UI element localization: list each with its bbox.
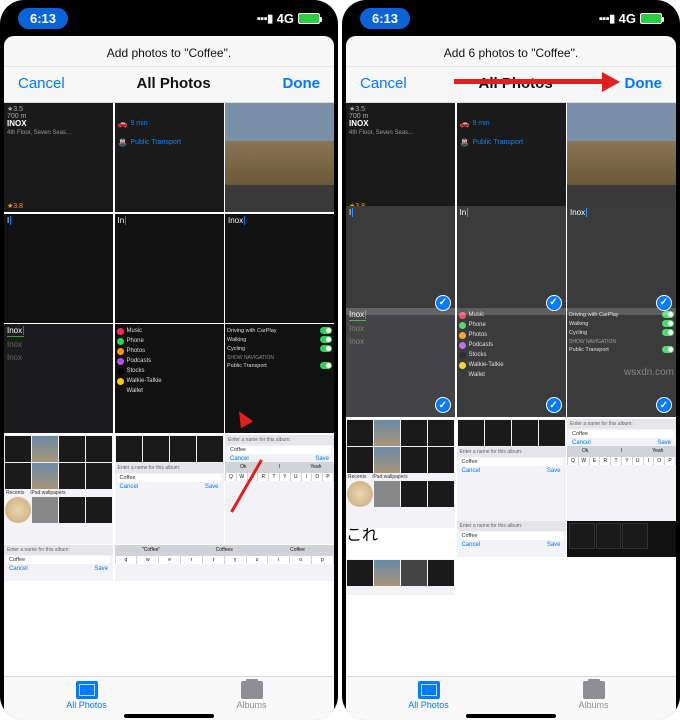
photos-icon — [418, 681, 440, 699]
toggle-icon — [662, 329, 674, 336]
sheet-header: Cancel All Photos Done — [4, 67, 334, 103]
tab-albums[interactable]: Albums — [511, 681, 676, 710]
check-icon — [546, 295, 562, 311]
clock-time: 6:13 — [18, 8, 68, 29]
public-transport: Public Transport — [115, 136, 224, 149]
photo-cell[interactable]: Enter a name for this album: Coffee Canc… — [225, 435, 334, 544]
photo-cell[interactable]: ★3.5700 m INOX 4th Floor, Seven Seas... … — [4, 103, 113, 212]
photo-cell-selected[interactable]: Music Phone Photos Podcasts Stocks Walki… — [457, 308, 566, 417]
photo-cell[interactable] — [346, 559, 455, 595]
photo-picker-sheet: Add photos to "Coffee". Cancel All Photo… — [4, 36, 334, 720]
cancel-button[interactable]: Cancel — [360, 75, 407, 92]
check-icon — [656, 397, 672, 413]
venue-address: 4th Floor, Seven Seas... — [349, 130, 453, 136]
photo-cell[interactable]: ★3.5700 m INOX 4th Floor, Seven Seas... … — [346, 103, 455, 212]
photo-cell-selected[interactable]: Inox — [567, 206, 676, 315]
photo-cell[interactable]: 9 min Public Transport — [457, 103, 566, 212]
photos-icon — [76, 681, 98, 699]
photo-cell[interactable]: Inox — [225, 214, 334, 323]
photo-cell[interactable] — [567, 521, 676, 557]
toggle-icon — [320, 345, 332, 352]
photo-cell[interactable]: Enter a name for this album: Coffee Canc… — [457, 521, 566, 557]
tab-albums[interactable]: Albums — [169, 681, 334, 710]
status-bar: 6:13 ▪▪▪▮ 4G — [342, 0, 680, 36]
rating-label: ★3.5700 m — [7, 105, 26, 120]
toggle-icon — [320, 362, 332, 369]
photo-cell[interactable]: Enter a name for this album: Coffee Canc… — [457, 419, 566, 528]
photo-grid[interactable]: ★3.5700 m INOX 4th Floor, Seven Seas... … — [346, 103, 676, 676]
photo-cell[interactable]: Inox Inox Inox — [4, 324, 113, 433]
check-icon — [435, 397, 451, 413]
rating-label: ★3.5700 m — [349, 105, 368, 120]
clock-time: 6:13 — [360, 8, 410, 29]
photo-cell[interactable]: Enter a name for this album: Coffee Canc… — [115, 435, 224, 544]
cancel-button[interactable]: Cancel — [18, 75, 65, 92]
home-indicator[interactable] — [124, 714, 214, 718]
photo-cell-selected[interactable]: I — [346, 206, 455, 315]
keyboard-row-lower: qwertyuiop — [115, 555, 335, 564]
battery-icon — [298, 13, 320, 24]
photo-cell[interactable]: Enter a name for this album: Coffee Canc… — [567, 419, 676, 528]
photo-cell-selected[interactable]: In — [457, 206, 566, 315]
venue-name: INOX — [349, 119, 369, 128]
done-button[interactable]: Done — [625, 75, 663, 92]
network-label: 4G — [619, 11, 636, 26]
toggle-icon — [320, 336, 332, 343]
check-icon — [656, 295, 672, 311]
photo-picker-sheet: Add 6 photos to "Coffee". Cancel All Pho… — [346, 36, 676, 720]
photo-cell[interactable] — [567, 103, 676, 212]
photo-cell[interactable]: Music Phone Photos Podcasts Stocks Walki… — [115, 324, 224, 433]
photo-cell[interactable] — [225, 103, 334, 212]
annotation-arrowhead-icon — [602, 72, 620, 92]
tab-all-photos[interactable]: All Photos — [346, 681, 511, 710]
albums-icon — [583, 681, 605, 699]
photo-cell[interactable]: Enter a name for this album: Coffee Canc… — [4, 545, 113, 581]
photo-cell[interactable]: "Coffee"CoffeesCoffee qwertyuiop — [115, 545, 335, 581]
toggle-icon — [662, 311, 674, 318]
left-screenshot: 6:13 ▪▪▪▮ 4G Add photos to "Coffee". Can… — [0, 0, 338, 720]
venue-name: INOX — [7, 119, 27, 128]
keyboard-row: QWERTYUIOP — [567, 456, 676, 465]
signal-icon: ▪▪▪▮ — [599, 12, 615, 25]
annotation-arrow-icon — [454, 79, 604, 84]
photo-cell[interactable]: I — [4, 214, 113, 323]
battery-icon — [640, 13, 662, 24]
sheet-subtitle: Add 6 photos to "Coffee". — [346, 36, 676, 67]
toggle-icon — [662, 320, 674, 327]
signal-icon: ▪▪▪▮ — [257, 12, 273, 25]
photo-grid[interactable]: ★3.5700 m INOX 4th Floor, Seven Seas... … — [4, 103, 334, 676]
network-label: 4G — [277, 11, 294, 26]
photo-cell-selected[interactable]: Inox Inox Inox — [346, 308, 455, 417]
sheet-subtitle: Add photos to "Coffee". — [4, 36, 334, 67]
status-bar: 6:13 ▪▪▪▮ 4G — [0, 0, 338, 36]
photo-cell[interactable]: RecentsiPad wallpapers — [4, 435, 113, 544]
albums-icon — [241, 681, 263, 699]
home-indicator[interactable] — [466, 714, 556, 718]
toggle-icon — [320, 327, 332, 334]
check-icon — [546, 397, 562, 413]
venue-address: 4th Floor, Seven Seas... — [7, 130, 111, 136]
picker-title[interactable]: All Photos — [137, 75, 211, 92]
photo-cell[interactable]: 9 min Public Transport — [115, 103, 224, 212]
check-icon — [435, 295, 451, 311]
keyboard-row: QWERTYUIOP — [225, 472, 334, 481]
drive-time: 9 min — [115, 117, 224, 130]
tab-all-photos[interactable]: All Photos — [4, 681, 169, 710]
right-screenshot: 6:13 ▪▪▪▮ 4G Add 6 photos to "Coffee". C… — [342, 0, 680, 720]
done-button[interactable]: Done — [283, 75, 321, 92]
photo-cell-selected[interactable]: Driving with CarPlay Walking Cycling SHO… — [567, 308, 676, 417]
sheet-header: Cancel All Photos Done — [346, 67, 676, 103]
photo-cell[interactable]: In — [115, 214, 224, 323]
toggle-icon — [662, 346, 674, 353]
photo-cell[interactable]: RecentsiPad wallpapers — [346, 419, 455, 528]
watermark-text: wsxdn.com — [624, 367, 674, 378]
